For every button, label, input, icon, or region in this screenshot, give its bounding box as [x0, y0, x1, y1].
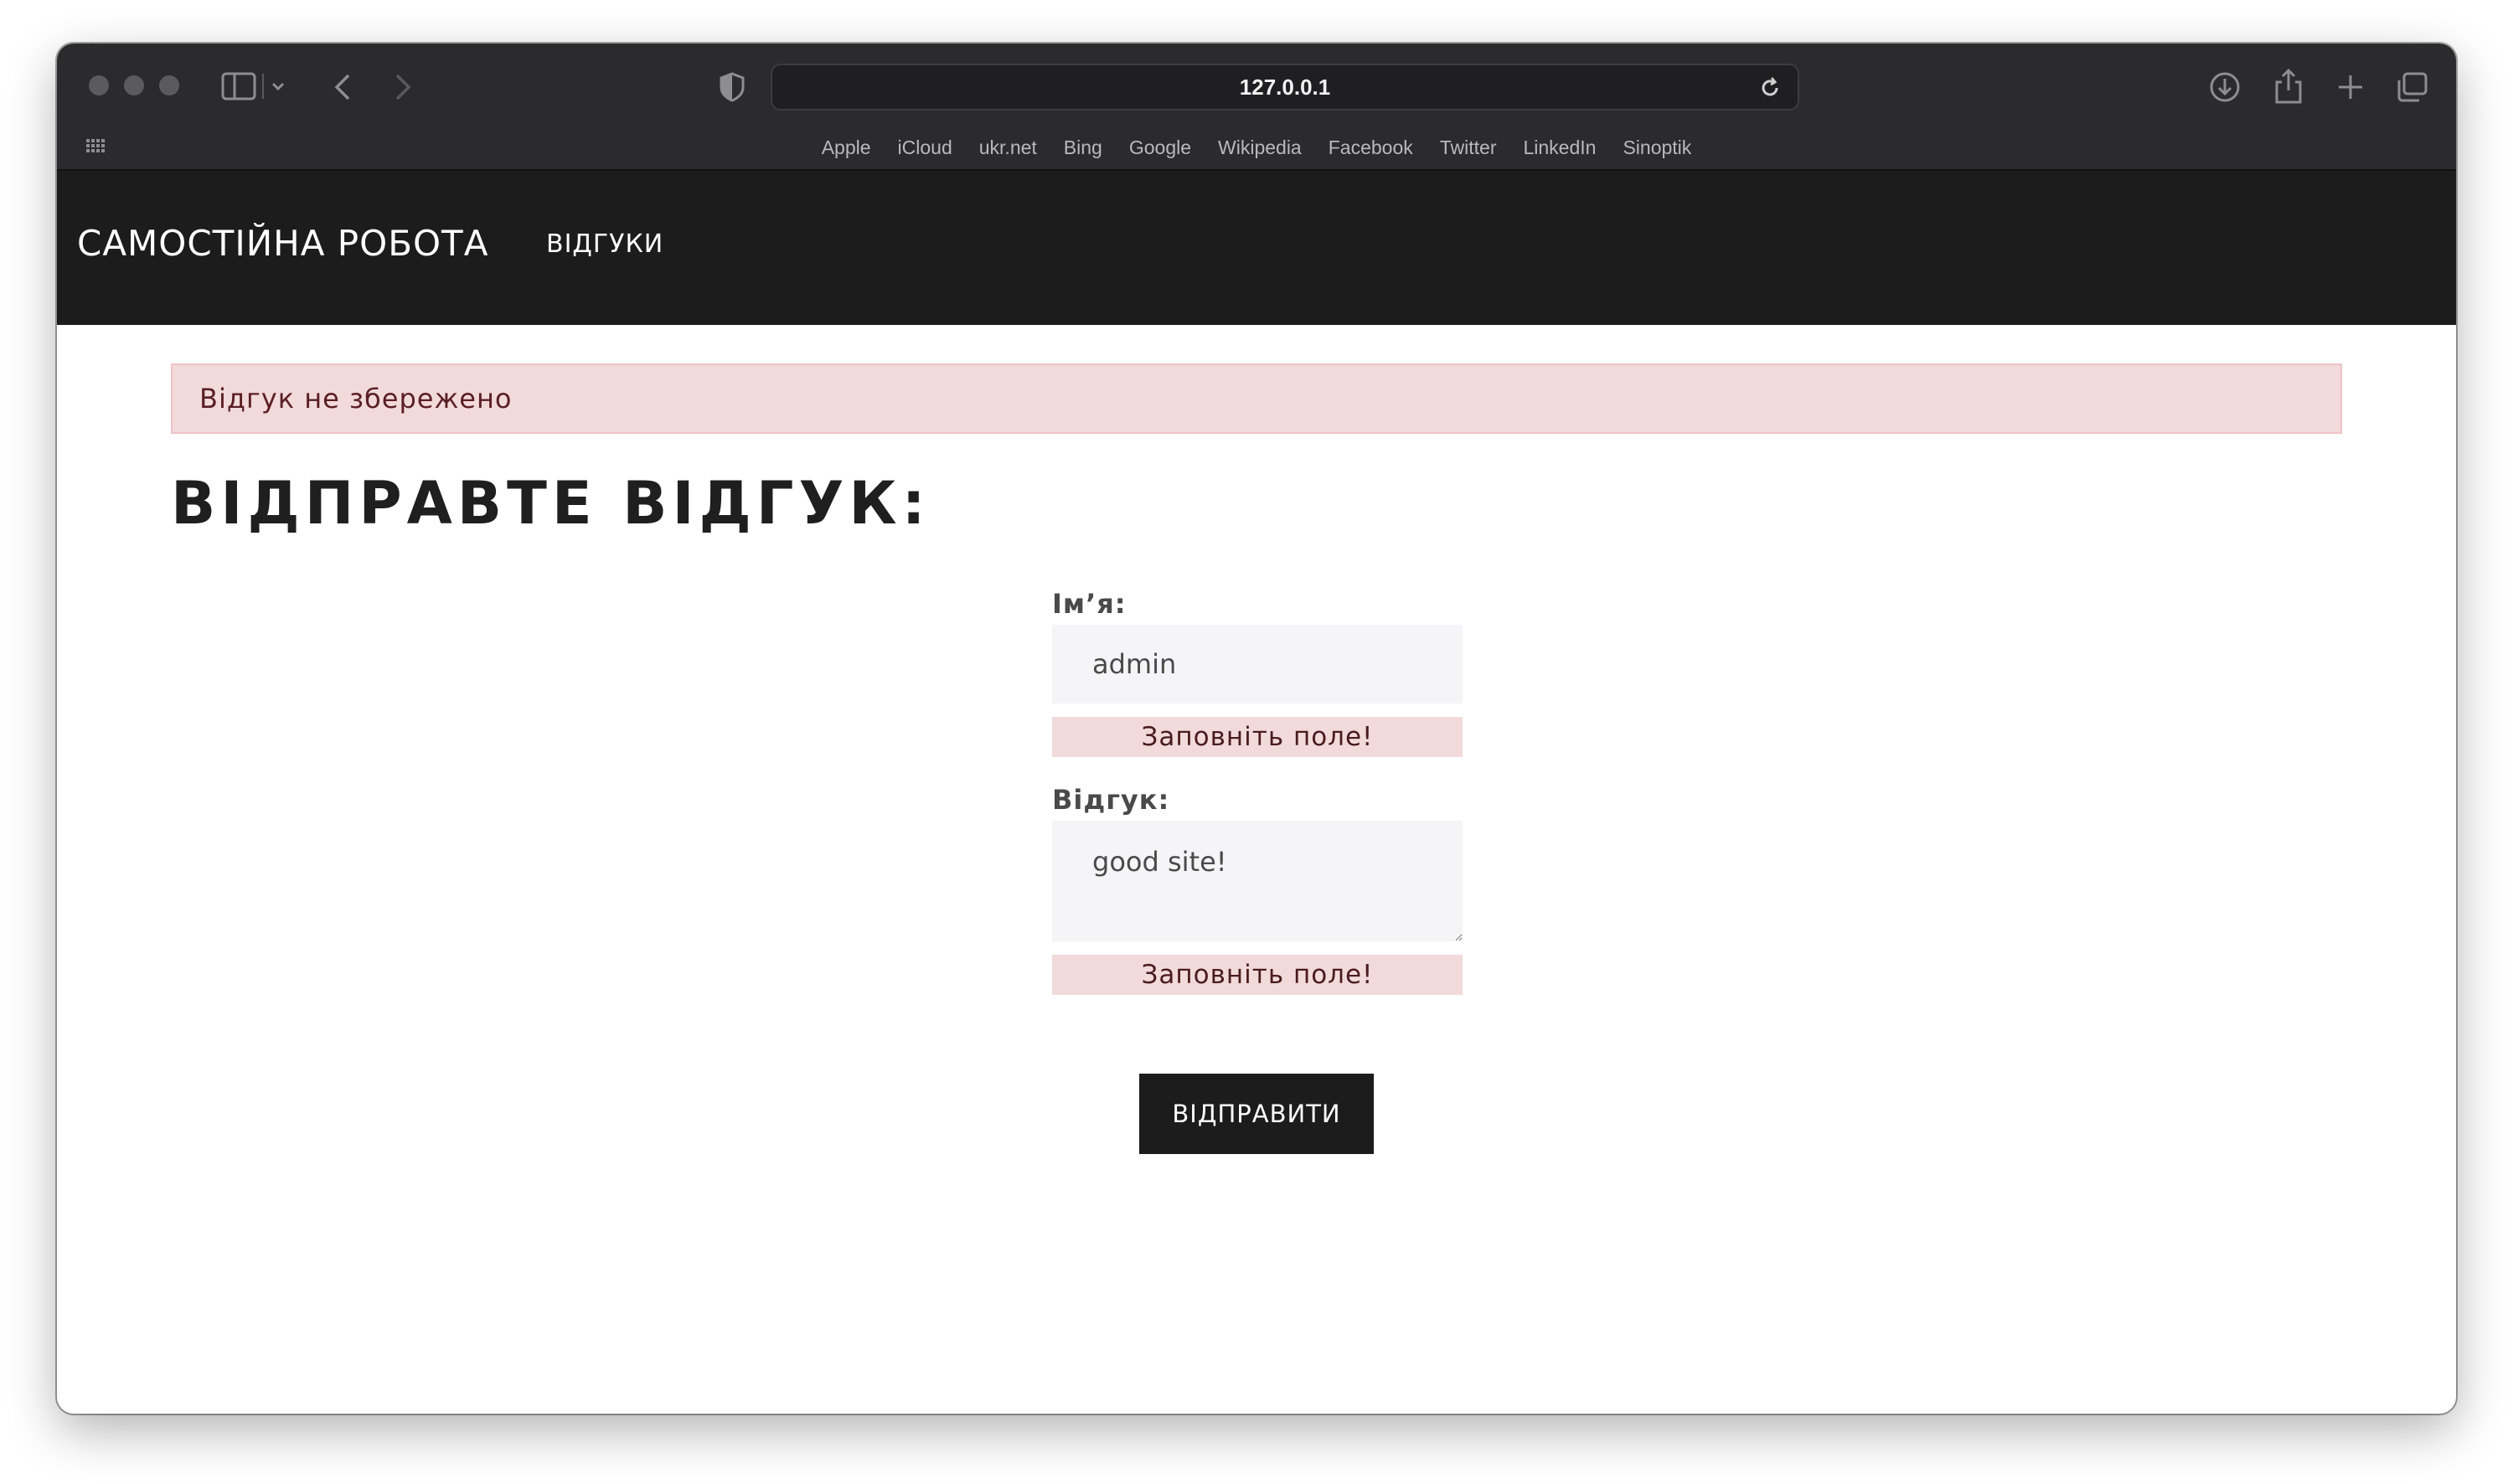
submit-button[interactable]: ВІДПРАВИТИ [1139, 1074, 1374, 1154]
share-icon[interactable] [2270, 67, 2307, 106]
bookmark-google[interactable]: Google [1129, 131, 1191, 164]
review-form: Ім’я: Заповніть поле! Відгук: good site!… [1052, 588, 1463, 995]
review-error-message: Заповніть поле! [1052, 955, 1463, 995]
page-title: ВІДПРАВТЕ ВІДГУК: [171, 469, 931, 538]
browser-window: 127.0.0.1 Apple iCloud ukr.net Bing Goog… [57, 44, 2456, 1414]
name-label: Ім’я: [1052, 588, 1127, 620]
review-textarea[interactable]: good site! [1052, 821, 1463, 941]
nav-link-reviews[interactable]: ВІДГУКИ [546, 229, 663, 259]
bookmark-wikipedia[interactable]: Wikipedia [1218, 131, 1302, 164]
close-window-button[interactable] [89, 75, 109, 95]
bookmarks-bar: Apple iCloud ukr.net Bing Google Wikiped… [57, 131, 2456, 164]
tab-overview-icon[interactable] [2394, 69, 2431, 106]
sidebar-toggle-icon[interactable] [221, 69, 292, 106]
bookmark-linkedin[interactable]: LinkedIn [1523, 131, 1596, 164]
new-tab-icon[interactable] [2332, 69, 2369, 106]
window-controls [89, 75, 179, 95]
bookmark-icloud[interactable]: iCloud [898, 131, 952, 164]
zoom-window-button[interactable] [159, 75, 179, 95]
privacy-shield-icon[interactable] [715, 69, 749, 106]
back-icon[interactable] [327, 69, 360, 106]
bookmark-sinoptik[interactable]: Sinoptik [1623, 131, 1691, 164]
reload-icon[interactable] [1757, 75, 1783, 104]
browser-toolbar: 127.0.0.1 Apple iCloud ukr.net Bing Goog… [57, 44, 2456, 171]
bookmark-bing[interactable]: Bing [1064, 131, 1102, 164]
name-input[interactable] [1052, 625, 1463, 703]
bookmark-ukr-net[interactable]: ukr.net [979, 131, 1037, 164]
site-navbar: САМОСТІЙНА РОБОТА ВІДГУКИ [57, 171, 2456, 325]
downloads-icon[interactable] [2206, 69, 2243, 106]
error-alert: Відгук не збережено [171, 363, 2342, 434]
forward-icon[interactable] [385, 69, 419, 106]
bookmark-apple[interactable]: Apple [822, 131, 871, 164]
site-brand[interactable]: САМОСТІЙНА РОБОТА [77, 223, 488, 264]
bookmark-twitter[interactable]: Twitter [1440, 131, 1497, 164]
minimize-window-button[interactable] [124, 75, 144, 95]
bookmark-facebook[interactable]: Facebook [1329, 131, 1413, 164]
url-text: 127.0.0.1 [1239, 74, 1331, 100]
address-bar[interactable]: 127.0.0.1 [771, 64, 1799, 111]
review-label: Відгук: [1052, 784, 1170, 816]
name-error-message: Заповніть поле! [1052, 717, 1463, 757]
